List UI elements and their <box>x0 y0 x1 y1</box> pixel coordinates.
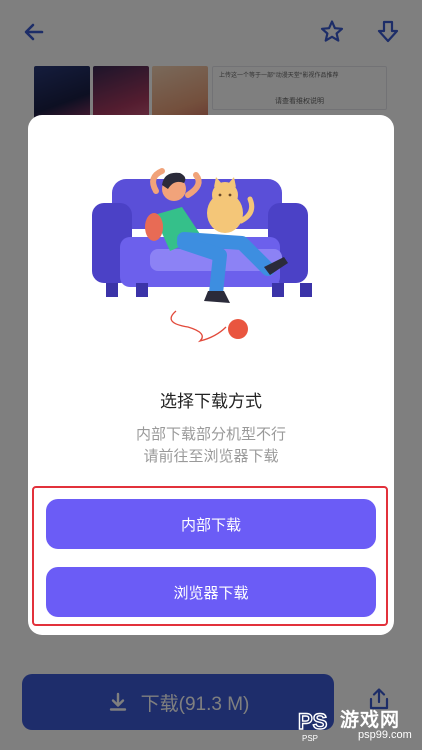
download-method-dialog: 选择下载方式 内部下载部分机型不行 请前往至浏览器下载 内部下载 浏览器下载 <box>28 115 394 635</box>
site-watermark: PS PSP 游戏网 psp99.com <box>296 703 418 747</box>
svg-text:PSP: PSP <box>302 734 318 743</box>
dialog-description: 内部下载部分机型不行 请前往至浏览器下载 <box>28 423 394 467</box>
annotation-highlight-box <box>32 486 388 626</box>
psp-logo-icon: PS PSP <box>296 703 340 743</box>
svg-text:PS: PS <box>298 709 327 734</box>
watermark-title: 游戏网 <box>340 710 401 731</box>
watermark-url: psp99.com <box>358 729 412 741</box>
dialog-title: 选择下载方式 <box>160 392 262 412</box>
dialog-desc-line: 请前往至浏览器下载 <box>143 447 279 465</box>
person-on-sofa-illustration <box>92 151 332 351</box>
dialog-desc-line: 内部下载部分机型不行 <box>135 425 286 443</box>
